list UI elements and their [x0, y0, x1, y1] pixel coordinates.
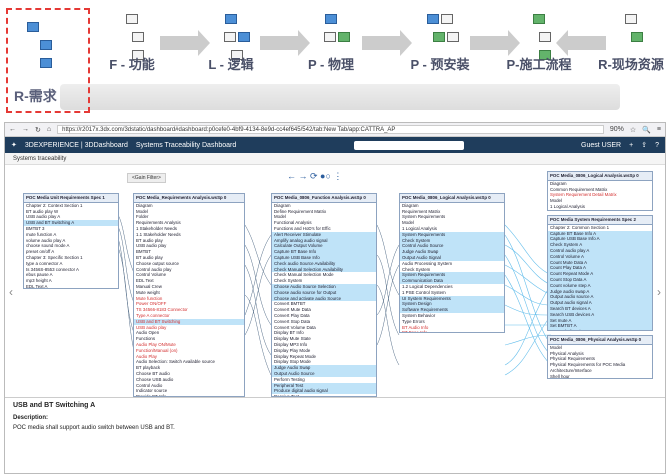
- navigation-controls[interactable]: ← → ⟳ ●○ ⋮: [287, 171, 342, 182]
- column-header[interactable]: POC Media_0806_Logical Analysis.wsSp 0: [548, 172, 652, 181]
- column-physical-analysis: POC Media_0806_Physical Analysis.wsSp 0M…: [547, 335, 653, 379]
- stage-logic: L - 逻辑: [196, 12, 266, 73]
- tree-node[interactable]: Set mode function A: [548, 329, 652, 330]
- function-tree-icon: [102, 12, 162, 60]
- column-header[interactable]: POC Media_0806_Physical Analysis.wsSp 0: [548, 336, 652, 345]
- add-icon[interactable]: +: [629, 142, 633, 149]
- browser-window: ← → ↻ ⌂ https://r2017x.3dx.com/3dstatic/…: [4, 122, 666, 474]
- browser-toolbar: ← → ↻ ⌂ https://r2017x.3dx.com/3dstatic/…: [5, 123, 665, 137]
- logic-tree-icon: [196, 12, 266, 60]
- column-header[interactable]: POC Media Unit Requirements Spec 1: [24, 194, 118, 203]
- tree-node[interactable]: Shell hour: [548, 374, 652, 378]
- site-resources-icon: [598, 12, 664, 54]
- scroll-right-icon[interactable]: ›: [657, 285, 661, 299]
- stage-site-resources: R-现场资源: [598, 12, 664, 73]
- detail-panel: USB and BT Switching A Description: POC …: [5, 397, 665, 473]
- column-logical-analysis-matrix: POC Media_0806_Logical Analysis.wsSp 0 Di…: [547, 171, 653, 211]
- stage-physical: P - 物理: [300, 12, 362, 73]
- filter-toolbar[interactable]: <Gain Filter>: [127, 173, 166, 183]
- column-header[interactable]: POC Media_Requirements Analysis.wsSp 0: [134, 194, 244, 203]
- description-label: Description:: [13, 415, 49, 421]
- arrow-right-icon: [470, 30, 520, 56]
- tree-node[interactable]: BT Base Info: [400, 330, 504, 332]
- stage-function: F - 功能: [102, 12, 162, 73]
- traceability-canvas: <Gain Filter> ← → ⟳ ●○ ⋮ ‹ › POC Media U…: [5, 165, 665, 397]
- stage-label-site-resources: R-现场资源: [598, 57, 664, 72]
- arrow-right-icon: [160, 30, 210, 56]
- process-flow-strip: R-需求 F - 功能 L - 逻辑 P - 物理 P - 预安装 P-施工流程…: [0, 0, 669, 118]
- tree-node[interactable]: EDL Text A: [24, 284, 118, 288]
- stage-label-logic: L - 逻辑: [208, 57, 254, 72]
- stage-label-construction: P-施工流程: [506, 57, 572, 72]
- app-brand: 3DEXPERIENCE | 3DDashboard: [24, 141, 128, 149]
- stage-label-function: F - 功能: [109, 57, 155, 72]
- stage-label-requirement: R-需求: [14, 88, 57, 104]
- requirement-tree-icon: [26, 20, 53, 74]
- scroll-left-icon[interactable]: ‹: [9, 285, 13, 299]
- address-bar[interactable]: https://r2017x.3dx.com/3dstatic/dashboar…: [57, 125, 604, 134]
- search-box[interactable]: 🔍: [642, 126, 651, 134]
- column-requirements-analysis: POC Media_Requirements Analysis.wsSp 0 Di…: [133, 193, 245, 397]
- search-input[interactable]: [353, 140, 464, 150]
- physical-tree-icon: [300, 12, 362, 54]
- tree-node[interactable]: 1 System Requirements: [548, 210, 652, 211]
- user-name[interactable]: Guest USER: [581, 142, 621, 149]
- column-header[interactable]: POC Media_0806_Logical Analysis.wsSp 0: [400, 194, 504, 203]
- reload-icon[interactable]: ↻: [35, 126, 41, 134]
- dashboard-title[interactable]: Systems Traceability Dashboard: [136, 142, 236, 149]
- home-icon[interactable]: ⌂: [47, 126, 51, 133]
- column-unit-requirements: POC Media Unit Requirements Spec 1 Chapte…: [23, 193, 119, 289]
- column-header[interactable]: POC Media System Requirements Spec 2: [548, 216, 652, 225]
- share-icon[interactable]: ⇪: [641, 141, 647, 149]
- arrow-right-icon: [260, 30, 310, 56]
- column-logical-analysis: POC Media_0806_Logical Analysis.wsSp 0 Di…: [399, 193, 505, 333]
- description-text: POC media shall support audio switch bet…: [13, 425, 175, 431]
- bookmark-icon[interactable]: ☆: [630, 126, 636, 134]
- column-function-analysis: POC Media_0806_Function Analysis.wsSp 0D…: [271, 193, 377, 397]
- column-header[interactable]: POC Media_0806_Function Analysis.wsSp 0: [272, 194, 376, 203]
- stage-label-preinstall: P - 预安装: [410, 57, 470, 72]
- back-icon[interactable]: ←: [9, 126, 16, 133]
- preinstall-tree-icon: [402, 12, 478, 54]
- help-icon[interactable]: ?: [655, 142, 659, 149]
- forward-icon[interactable]: →: [22, 126, 29, 133]
- requirement-stage-highlight: R-需求: [6, 8, 90, 113]
- panel-title: Systems traceability: [5, 153, 665, 165]
- stage-label-physical: P - 物理: [308, 57, 354, 72]
- menu-icon[interactable]: ≡: [657, 126, 661, 133]
- detail-title: USB and BT Switching A: [13, 402, 96, 409]
- stage-preinstall: P - 预安装: [402, 12, 478, 73]
- gain-filter-label[interactable]: <Gain Filter>: [132, 175, 161, 181]
- zoom-level: 90%: [609, 126, 624, 133]
- column-system-requirements: POC Media System Requirements Spec 2 Chap…: [547, 215, 653, 331]
- return-arrow-band: [60, 84, 620, 110]
- compass-icon[interactable]: ✦: [11, 141, 17, 149]
- app-header: ✦ 3DEXPERIENCE | 3DDashboard Systems Tra…: [5, 137, 665, 153]
- arrow-right-icon: [362, 30, 412, 56]
